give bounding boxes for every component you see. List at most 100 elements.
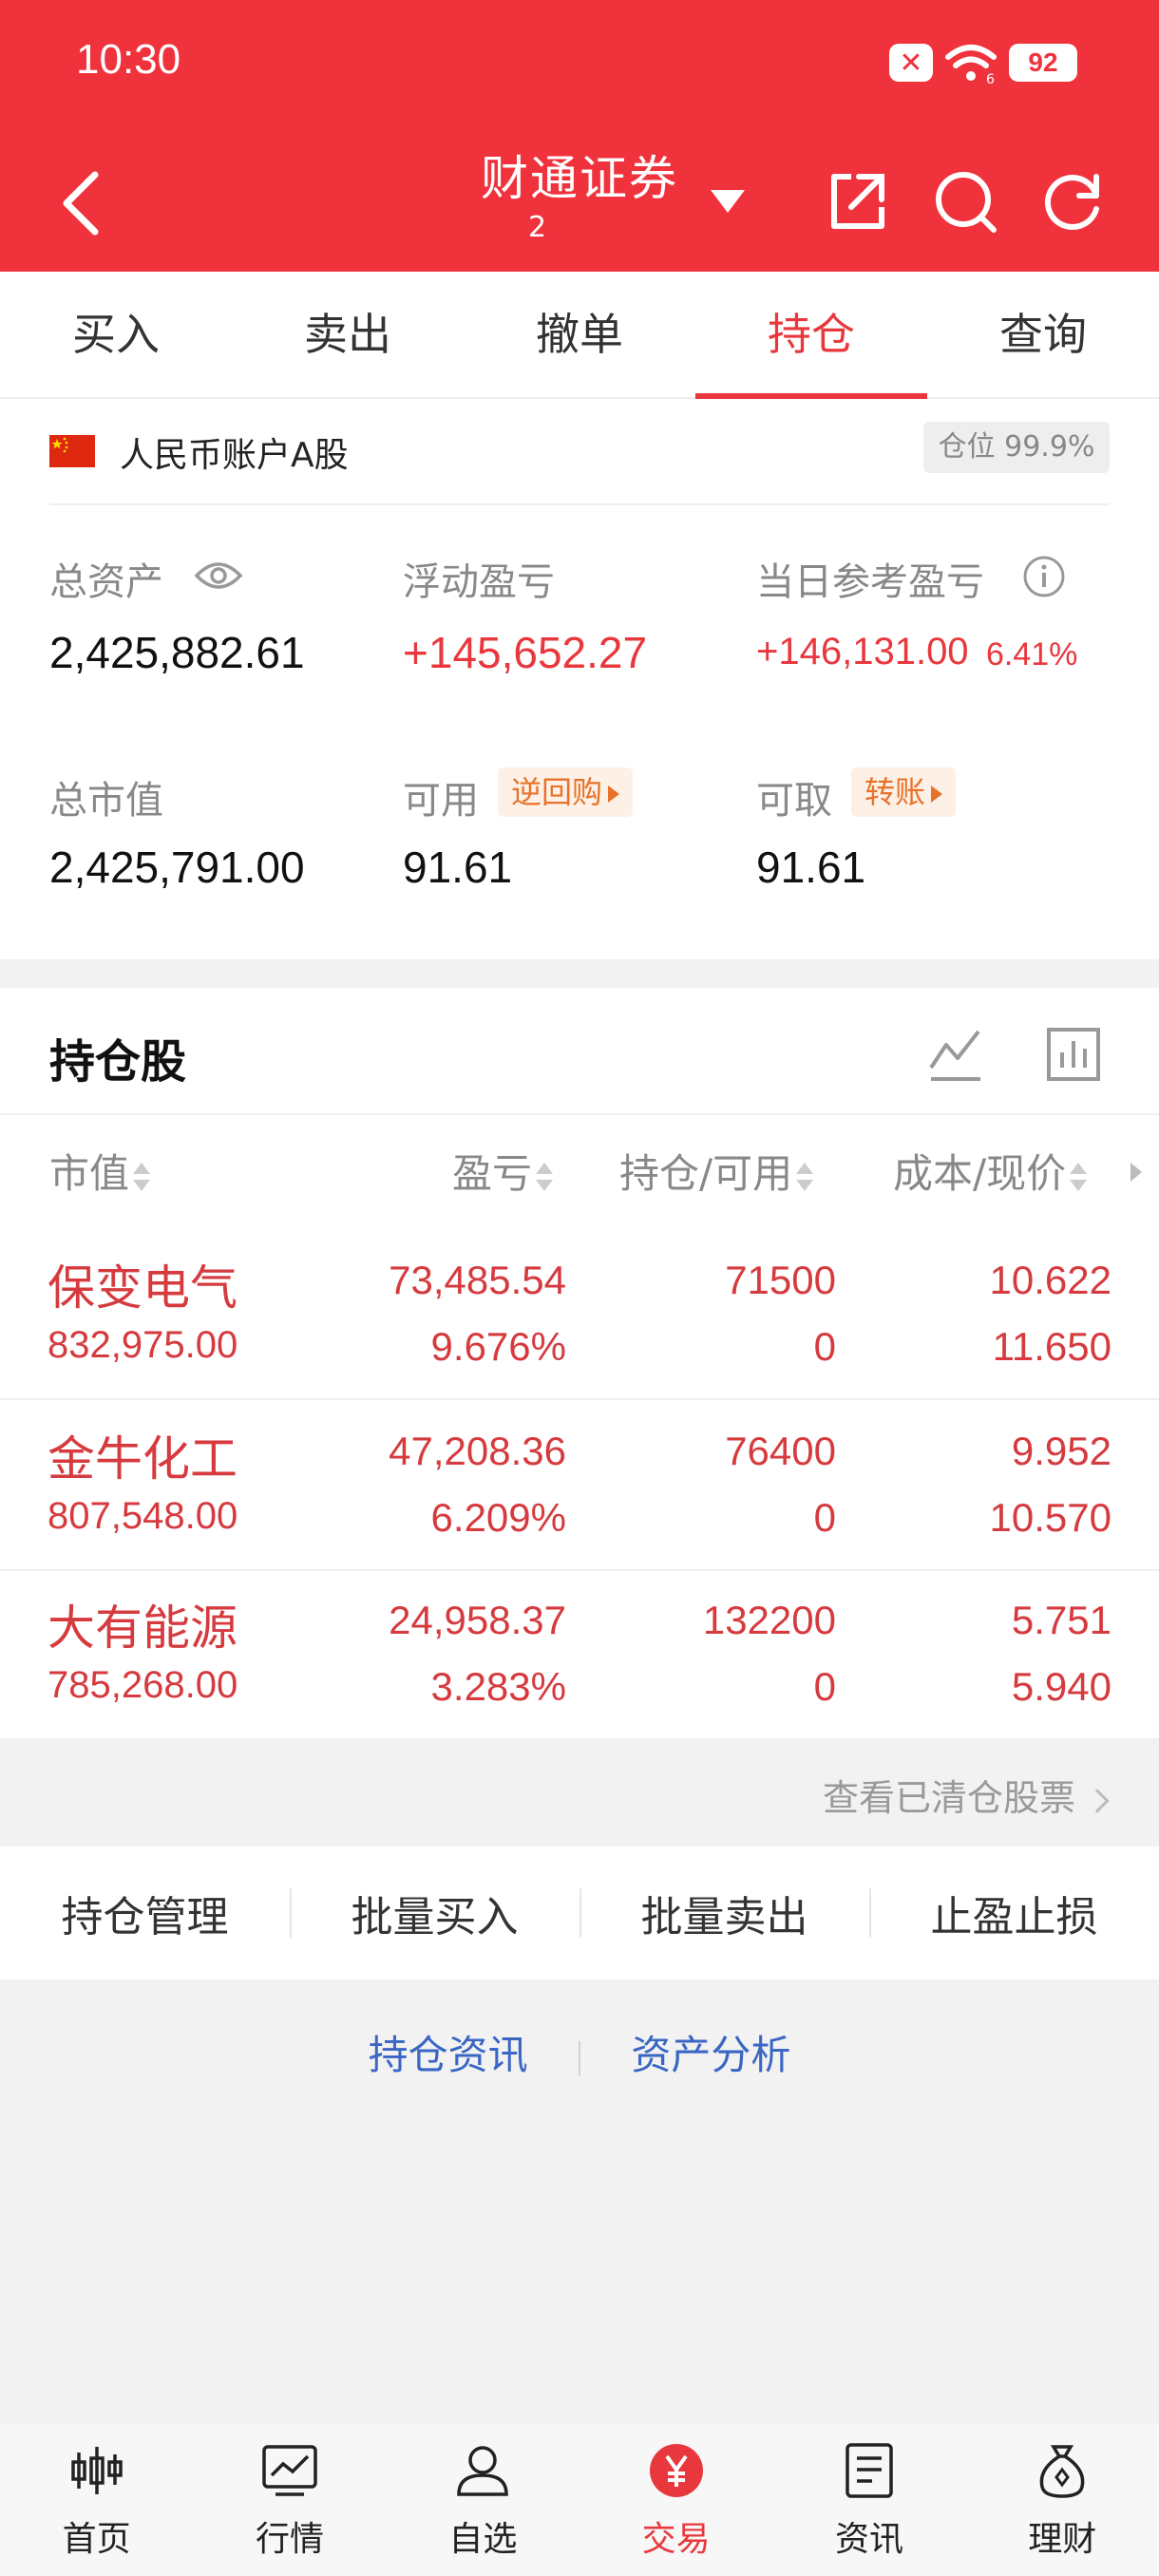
nav-label: 自选 (448, 2520, 518, 2559)
arrow-right-icon (931, 786, 943, 803)
nav-trade[interactable]: 交易 (580, 2424, 772, 2576)
share-external-icon[interactable] (823, 167, 891, 236)
nav-home[interactable]: 首页 (0, 2424, 193, 2576)
yuan-icon (649, 2444, 703, 2497)
available-value: 91.61 (403, 843, 513, 892)
reverse-repo-label: 逆回购 (511, 774, 603, 810)
column-label: 持仓/可用 (619, 1150, 793, 1197)
search-icon[interactable] (931, 167, 999, 236)
stock-holding: 76400 (725, 1429, 836, 1473)
total-assets-value: 2,425,882.61 (49, 628, 305, 677)
refresh-icon[interactable] (1039, 167, 1108, 236)
scroll-right-icon[interactable] (1130, 1163, 1142, 1182)
app-header: 10:30 ✕ 6 92 财通证券 2 (0, 0, 1159, 272)
news-icon (846, 2443, 893, 2498)
column-pl[interactable]: 盈亏 (452, 1142, 554, 1200)
daily-pl-label: 当日参考盈亏 (756, 560, 984, 604)
nav-watchlist[interactable]: 自选 (387, 2424, 580, 2576)
account-name[interactable]: 人民币账户A股 (120, 427, 349, 477)
nav-market[interactable]: 行情 (193, 2424, 386, 2576)
column-holding-available[interactable]: 持仓/可用 (619, 1142, 814, 1200)
nav-label: 交易 (641, 2520, 711, 2559)
daily-pl-value: +146,131.00 (756, 631, 969, 672)
table-row[interactable]: 金牛化工 807,548.00 47,208.36 6.209% 76400 0… (0, 1400, 1159, 1571)
broker-account-index: 2 (528, 211, 547, 244)
nav-label: 首页 (62, 2520, 131, 2559)
tab-query[interactable]: 查询 (927, 272, 1159, 397)
take-profit-stop-loss-button[interactable]: 止盈止损 (869, 1883, 1159, 1943)
stock-name: 金牛化工 (48, 1431, 238, 1487)
column-market-value[interactable]: 市值 (49, 1142, 151, 1200)
column-label: 盈亏 (452, 1150, 533, 1197)
holdings-section: 持仓股 市值 盈亏 持仓/可用 成本/现价 保变电气 832,975.00 73… (0, 988, 1159, 1738)
stock-available: 0 (813, 1495, 836, 1540)
stock-holding: 132200 (702, 1598, 836, 1642)
table-row[interactable]: 大有能源 785,268.00 24,958.37 3.283% 132200 … (0, 1569, 1159, 1740)
wifi-badge: 6 (986, 72, 995, 84)
chevron-right-icon (1085, 1788, 1110, 1813)
stock-holding: 71500 (725, 1258, 836, 1302)
chart-icon (262, 2445, 317, 2496)
stock-pl: 73,485.54 (389, 1258, 566, 1302)
withdrawable-label: 可取 (756, 779, 832, 823)
stock-cost: 5.751 (1011, 1598, 1112, 1642)
reverse-repo-button[interactable]: 逆回购 (498, 767, 634, 817)
batch-buy-button[interactable]: 批量买入 (290, 1883, 580, 1943)
holdings-title: 持仓股 (49, 1035, 187, 1089)
stock-pl-percent: 6.209% (430, 1495, 566, 1540)
column-cost-price[interactable]: 成本/现价 (893, 1142, 1088, 1200)
tab-cancel[interactable]: 撤单 (464, 272, 695, 397)
eye-icon[interactable] (194, 557, 243, 595)
holdings-news-link[interactable]: 持仓资讯 (369, 2032, 528, 2078)
tab-sell[interactable]: 卖出 (232, 272, 464, 397)
available-label: 可用 (403, 779, 479, 823)
stock-name: 大有能源 (48, 1601, 238, 1656)
divider (49, 503, 1110, 505)
batch-sell-button[interactable]: 批量卖出 (580, 1883, 869, 1943)
sort-icon (536, 1161, 554, 1193)
trade-tabs: 买入 卖出 撤单 持仓 查询 (0, 272, 1159, 399)
bar-chart-icon[interactable] (1045, 1026, 1102, 1083)
asset-analysis-link[interactable]: 资产分析 (631, 2032, 790, 2078)
nav-news[interactable]: 资讯 (772, 2424, 965, 2576)
stock-pl: 47,208.36 (389, 1429, 566, 1473)
bottom-navigation: 首页 行情 自选 交易 资讯 理财 (0, 2424, 1159, 2576)
dropdown-triangle-icon[interactable] (709, 186, 747, 215)
divider (0, 1113, 1159, 1115)
column-label: 市值 (49, 1150, 130, 1197)
arrow-right-icon (608, 786, 620, 803)
stock-available: 0 (813, 1324, 836, 1369)
money-bag-icon (1039, 2445, 1085, 2498)
account-summary: 人民币账户A股 仓位 99.9% 总资产 2,425,882.61 浮动盈亏 +… (0, 399, 1159, 959)
nav-wealth[interactable]: 理财 (966, 2424, 1159, 2576)
stock-price: 11.650 (992, 1324, 1112, 1369)
battery-icon: 92 (1009, 44, 1077, 82)
stock-pl-percent: 3.283% (430, 1664, 566, 1709)
sort-icon (796, 1161, 814, 1193)
withdrawable-value: 91.61 (756, 843, 866, 892)
notification-x-icon: ✕ (889, 44, 933, 82)
cleared-stocks-link[interactable]: 查看已清仓股票 (823, 1769, 1110, 1821)
stock-name: 保变电气 (48, 1260, 238, 1316)
nav-label: 理财 (1028, 2520, 1097, 2559)
tab-buy[interactable]: 买入 (0, 272, 232, 397)
info-icon[interactable] (1022, 555, 1066, 598)
trend-line-icon[interactable] (927, 1026, 984, 1083)
transfer-button[interactable]: 转账 (851, 767, 957, 817)
china-flag-icon (49, 435, 95, 467)
column-label: 成本/现价 (893, 1150, 1067, 1197)
market-value-label: 总市值 (49, 779, 163, 823)
floating-pl-value: +145,652.27 (403, 628, 648, 677)
holdings-manage-button[interactable]: 持仓管理 (0, 1883, 290, 1943)
wifi-icon: 6 (945, 45, 997, 84)
stock-pl: 24,958.37 (389, 1598, 566, 1642)
tab-holdings[interactable]: 持仓 (695, 272, 927, 399)
position-ratio-badge: 仓位 99.9% (923, 422, 1110, 473)
table-row[interactable]: 保变电气 832,975.00 73,485.54 9.676% 71500 0… (0, 1229, 1159, 1400)
stock-price: 10.570 (989, 1495, 1112, 1540)
status-icons: ✕ 6 92 (889, 42, 1077, 84)
market-value-value: 2,425,791.00 (49, 843, 305, 892)
stock-available: 0 (813, 1664, 836, 1709)
stock-pl-percent: 9.676% (430, 1324, 566, 1369)
user-icon (457, 2446, 509, 2496)
